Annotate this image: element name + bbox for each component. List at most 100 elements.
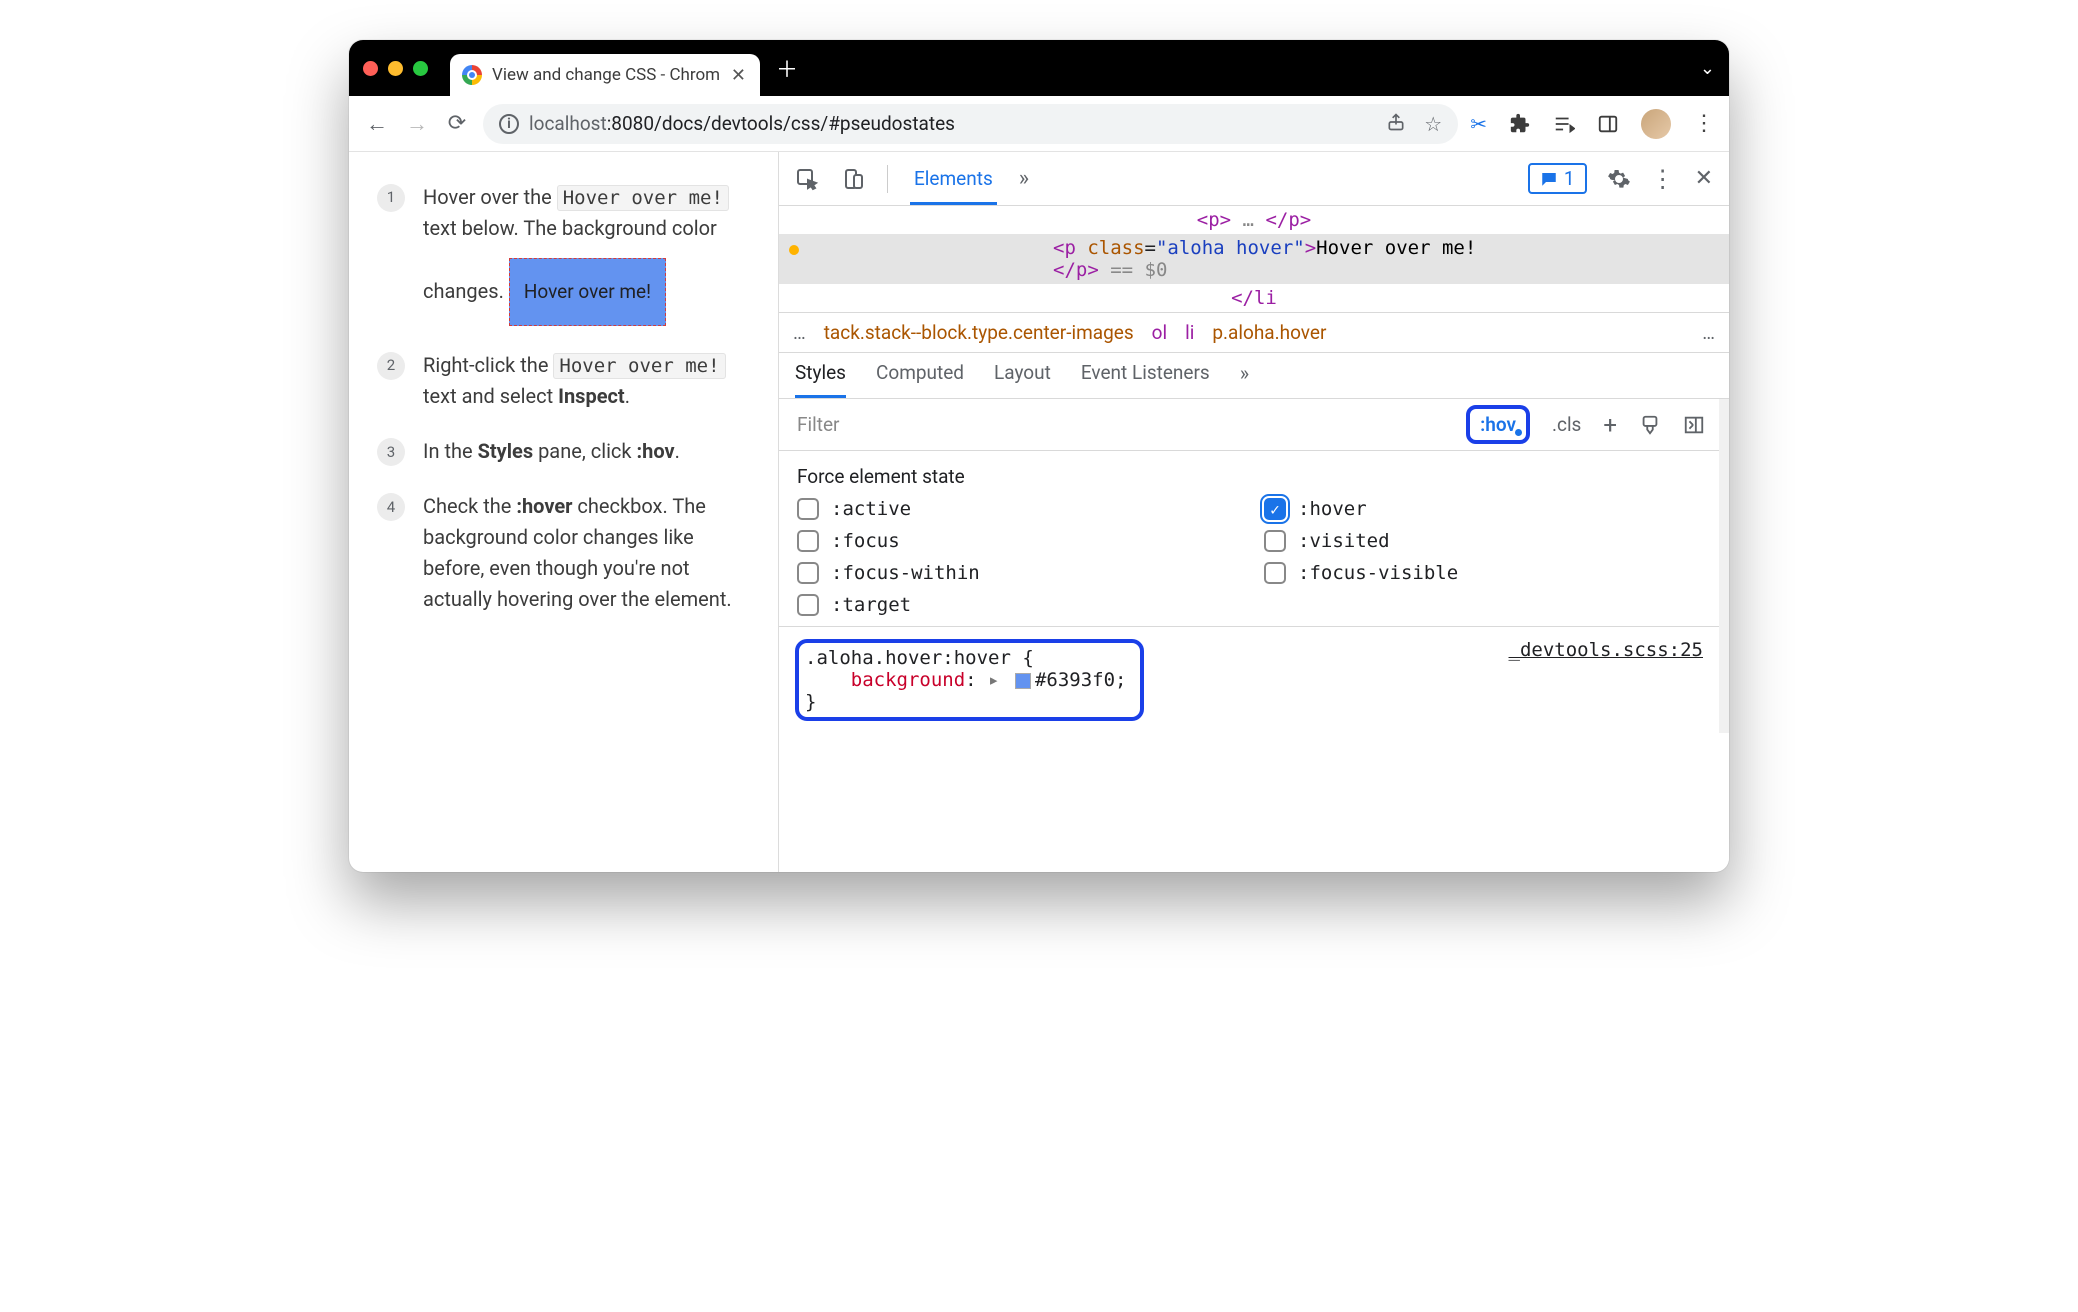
- url-host: localhost:8080/docs/devtools/css/#pseudo…: [529, 112, 955, 135]
- step-bold: :hover: [516, 494, 572, 518]
- devtools-menu-icon[interactable]: ⋮: [1651, 165, 1675, 193]
- browser-window: View and change CSS - Chrom ✕ ＋ ⌄ ← → ⟳ …: [349, 40, 1729, 872]
- step-text: In the: [423, 439, 478, 463]
- force-state-title: Force element state: [797, 465, 1701, 488]
- browser-toolbar: ← → ⟳ i localhost:8080/docs/devtools/css…: [349, 96, 1729, 152]
- maximize-window-icon[interactable]: [413, 61, 428, 76]
- browser-tab[interactable]: View and change CSS - Chrom ✕: [450, 54, 760, 96]
- force-element-state-panel: Force element state :active ✓:hover :foc…: [779, 451, 1719, 627]
- new-style-rule-icon[interactable]: +: [1603, 411, 1617, 439]
- step-text: Check the: [423, 494, 516, 518]
- settings-gear-icon[interactable]: [1607, 167, 1631, 191]
- close-window-icon[interactable]: [363, 61, 378, 76]
- state-target[interactable]: :target: [797, 594, 1234, 616]
- state-focus[interactable]: :focus: [797, 530, 1234, 552]
- issues-button[interactable]: 1: [1528, 163, 1587, 194]
- more-subtabs-icon[interactable]: »: [1240, 361, 1249, 398]
- dom-tree[interactable]: <p> … </p> <p class="aloha hover">Hover …: [779, 206, 1729, 313]
- profile-avatar[interactable]: [1641, 109, 1671, 139]
- step-number: 4: [377, 493, 405, 521]
- page-content: 1 Hover over the Hover over me! text bel…: [349, 152, 779, 872]
- step-number: 1: [377, 184, 405, 212]
- rule-source-link[interactable]: _devtools.scss:25: [1509, 639, 1703, 661]
- subtab-layout[interactable]: Layout: [994, 361, 1051, 398]
- chrome-favicon-icon: [462, 65, 482, 85]
- new-tab-button[interactable]: ＋: [770, 52, 804, 84]
- step-text: pane, click: [538, 439, 636, 463]
- highlighted-rule: .aloha.hover:hover { background: ▸ #6393…: [795, 639, 1144, 721]
- styles-subtabs: Styles Computed Layout Event Listeners »: [779, 353, 1729, 399]
- css-rule[interactable]: .aloha.hover:hover { background: ▸ #6393…: [779, 627, 1719, 733]
- step-1: 1 Hover over the Hover over me! text bel…: [377, 182, 750, 326]
- inline-code: Hover over me!: [557, 185, 729, 211]
- crumb-overflow-right[interactable]: …: [1702, 321, 1715, 344]
- forward-button: →: [403, 111, 431, 137]
- styles-filter-input[interactable]: Filter: [793, 407, 1466, 442]
- playlist-icon[interactable]: [1553, 113, 1575, 135]
- step-bold: :hov: [637, 439, 675, 463]
- crumb-overflow-left[interactable]: …: [793, 321, 806, 344]
- styles-filter-bar: Filter :hov .cls +: [779, 399, 1719, 451]
- subtab-computed[interactable]: Computed: [876, 361, 964, 398]
- minimize-window-icon[interactable]: [388, 61, 403, 76]
- step-3: 3 In the Styles pane, click :hov.: [377, 436, 750, 467]
- back-button[interactable]: ←: [363, 111, 391, 137]
- address-bar[interactable]: i localhost:8080/docs/devtools/css/#pseu…: [483, 104, 1458, 144]
- forced-state-indicator-icon: [789, 245, 799, 255]
- step-bold: Styles: [478, 439, 534, 463]
- step-2: 2 Right-click the Hover over me! text an…: [377, 350, 750, 412]
- crumb-item[interactable]: ol: [1152, 321, 1167, 344]
- extensions-icon[interactable]: [1509, 113, 1531, 135]
- crumb-item-selected[interactable]: p.aloha.hover: [1212, 321, 1326, 344]
- inline-code: Hover over me!: [553, 353, 725, 379]
- state-active[interactable]: :active: [797, 498, 1234, 520]
- tab-title: View and change CSS - Chrom: [492, 65, 720, 85]
- paint-flashing-icon[interactable]: [1639, 414, 1661, 436]
- computed-sidebar-icon[interactable]: [1683, 414, 1705, 436]
- inspect-element-icon[interactable]: [795, 167, 819, 191]
- toolbar-actions: ✂ ⋮: [1470, 109, 1715, 139]
- step-text: Right-click the: [423, 353, 553, 377]
- scrollbar[interactable]: [1719, 399, 1729, 733]
- state-focus-within[interactable]: :focus-within: [797, 562, 1234, 584]
- state-hover[interactable]: ✓:hover: [1264, 498, 1701, 520]
- step-4: 4 Check the :hover checkbox. The backgro…: [377, 491, 750, 615]
- traffic-lights: [363, 61, 428, 76]
- step-number: 2: [377, 352, 405, 380]
- content-area: 1 Hover over the Hover over me! text bel…: [349, 152, 1729, 872]
- state-visited[interactable]: :visited: [1264, 530, 1701, 552]
- state-focus-visible[interactable]: :focus-visible: [1264, 562, 1701, 584]
- step-text: text and select: [423, 384, 558, 408]
- step-text: Hover over the: [423, 185, 557, 209]
- dom-selected-row[interactable]: <p class="aloha hover">Hover over me! </…: [779, 234, 1729, 284]
- devtools-tab-elements[interactable]: Elements: [910, 167, 997, 205]
- bookmark-icon[interactable]: ☆: [1424, 112, 1442, 136]
- toggle-cls-button[interactable]: .cls: [1552, 413, 1581, 436]
- subtab-event-listeners[interactable]: Event Listeners: [1081, 361, 1210, 398]
- more-tabs-icon[interactable]: »: [1019, 166, 1029, 191]
- step-bold: Inspect: [558, 384, 625, 408]
- share-icon[interactable]: [1386, 112, 1406, 136]
- toggle-hov-button[interactable]: :hov: [1466, 405, 1530, 444]
- reload-button[interactable]: ⟳: [443, 111, 471, 136]
- devtools-close-icon[interactable]: ✕: [1695, 166, 1713, 191]
- browser-menu-icon[interactable]: ⋮: [1693, 111, 1715, 136]
- dom-breadcrumbs[interactable]: … tack.stack--block.type.center-images o…: [779, 313, 1729, 353]
- scissors-icon[interactable]: ✂: [1470, 112, 1487, 136]
- step-text: .: [675, 439, 680, 463]
- devtools-panel: Elements » 1 ⋮ ✕ <p> … </p>: [779, 152, 1729, 872]
- subtab-styles[interactable]: Styles: [795, 361, 846, 398]
- device-toggle-icon[interactable]: [841, 167, 865, 191]
- site-info-icon[interactable]: i: [499, 114, 519, 134]
- step-text: .: [625, 384, 630, 408]
- hover-demo-box[interactable]: Hover over me!: [509, 258, 666, 325]
- crumb-item[interactable]: li: [1185, 321, 1194, 344]
- side-panel-icon[interactable]: [1597, 113, 1619, 135]
- color-swatch-icon[interactable]: [1015, 673, 1031, 689]
- tab-close-icon[interactable]: ✕: [731, 65, 746, 86]
- issues-count: 1: [1564, 167, 1575, 190]
- crumb-item[interactable]: tack.stack--block.type.center-images: [824, 321, 1134, 344]
- titlebar: View and change CSS - Chrom ✕ ＋ ⌄: [349, 40, 1729, 96]
- devtools-toolbar: Elements » 1 ⋮ ✕: [779, 152, 1729, 206]
- tab-list-chevron-icon[interactable]: ⌄: [1700, 58, 1715, 79]
